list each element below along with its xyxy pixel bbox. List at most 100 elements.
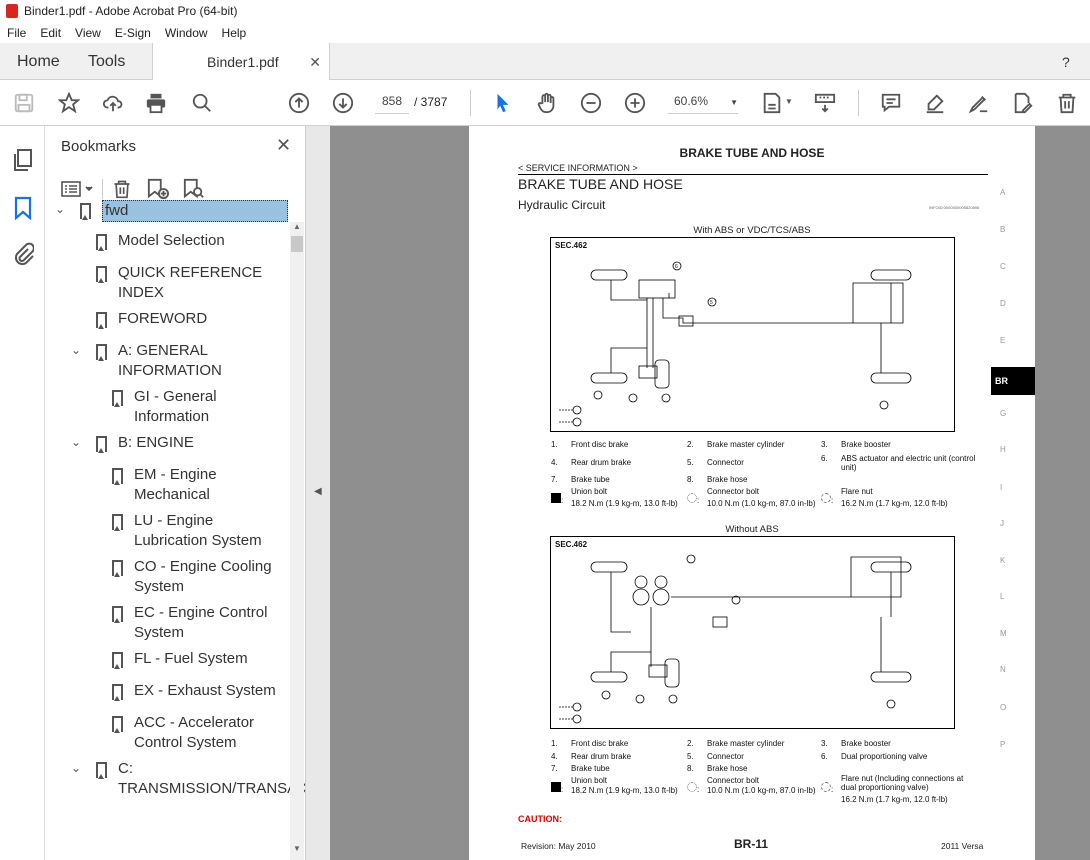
fill-sign-icon[interactable]	[1011, 91, 1035, 115]
bookmarks-scrollbar[interactable]: ▲ ▼	[290, 222, 304, 860]
star-icon[interactable]	[57, 91, 81, 115]
page-subtitle: Hydraulic Circuit	[518, 198, 606, 212]
cloud-upload-icon[interactable]	[101, 91, 125, 115]
legend-number: 8.	[687, 764, 694, 773]
torque-value: 10.0 N.m (1.0 kg-m, 87.0 in-lb)	[707, 786, 816, 795]
legend-text: Brake tube	[571, 475, 610, 484]
bookmark-icon	[112, 684, 123, 701]
scroll-up-icon[interactable]: ▲	[291, 222, 303, 236]
menu-window[interactable]: Window	[165, 26, 208, 40]
tab-tools[interactable]: Tools	[88, 43, 125, 80]
footer-model: 2011 Versa	[941, 841, 984, 851]
bookmark-label: A: GENERAL INFORMATION	[118, 342, 222, 379]
highlight-icon[interactable]	[923, 91, 947, 115]
tab-document-label: Binder1.pdf	[207, 54, 279, 70]
section-index-tab[interactable]: G	[1000, 409, 1006, 418]
save-icon[interactable]	[12, 91, 36, 115]
union-bolt-icon: :	[551, 782, 563, 794]
chevron-down-icon[interactable]: ⌄	[71, 343, 81, 357]
legend-text: Brake tube	[571, 764, 610, 773]
bookmark-label: EC - Engine Control System	[134, 604, 268, 641]
zoom-search-icon[interactable]	[190, 91, 214, 115]
bookmarks-panel-icon[interactable]	[14, 196, 32, 225]
chevron-down-icon[interactable]: ⌄	[71, 761, 81, 775]
bookmark-icon	[80, 203, 91, 220]
comment-icon[interactable]	[879, 91, 903, 115]
sign-icon[interactable]	[967, 91, 991, 115]
print-icon[interactable]	[144, 91, 168, 115]
torque-name: Connector bolt	[707, 487, 760, 496]
legend-text: Front disc brake	[571, 739, 629, 748]
menu-help[interactable]: Help	[222, 26, 247, 40]
menu-view[interactable]: View	[75, 26, 101, 40]
tab-document[interactable]: Binder1.pdf ✕	[152, 43, 330, 81]
svg-text:6: 6	[675, 264, 678, 270]
section-index-tab[interactable]: K	[1000, 556, 1005, 565]
header-rule	[518, 174, 988, 175]
page-fit-icon[interactable]	[760, 91, 784, 115]
toolbar: 858 / 3787 60.6% ▼ ▼	[0, 80, 1090, 126]
menu-file[interactable]: File	[7, 26, 26, 40]
hand-tool-icon[interactable]	[535, 91, 559, 115]
section-index-tab[interactable]: L	[1000, 592, 1004, 601]
section-index-tab[interactable]: E	[1000, 336, 1005, 345]
bookmark-label: GI - General Information	[134, 388, 217, 425]
pdf-page: BRAKE TUBE AND HOSE < SERVICE INFORMATIO…	[469, 126, 1035, 860]
zoom-in-icon[interactable]	[623, 91, 647, 115]
zoom-level-select[interactable]: 60.6% ▼	[668, 94, 738, 114]
section-index-tab[interactable]: BR	[991, 367, 1035, 395]
collapse-left-icon[interactable]: ◀	[314, 486, 322, 497]
left-navigation-rail	[0, 126, 45, 860]
footer-revision: Revision: May 2010	[521, 841, 596, 851]
legend-number: 1.	[551, 739, 558, 748]
page-thumbnails-icon[interactable]	[12, 148, 34, 177]
bookmark-icon	[96, 312, 107, 329]
divider	[102, 179, 103, 199]
legend-number: 4.	[551, 752, 558, 761]
chevron-down-icon[interactable]: ▼	[785, 97, 793, 106]
previous-page-icon[interactable]	[287, 91, 311, 115]
help-icon[interactable]: ?	[1062, 43, 1070, 80]
torque-value: 18.2 N.m (1.9 kg-m, 13.0 ft-lb)	[571, 786, 678, 795]
section-index-tab[interactable]: N	[1000, 665, 1006, 674]
section-index-tab[interactable]: H	[1000, 445, 1006, 454]
close-tab-icon[interactable]: ✕	[309, 54, 321, 71]
close-panel-icon[interactable]: ✕	[276, 135, 291, 156]
legend-number: 4.	[551, 458, 558, 467]
scrollbar-thumb[interactable]	[291, 236, 303, 252]
zoom-out-icon[interactable]	[579, 91, 603, 115]
delete-icon[interactable]	[1055, 91, 1079, 115]
next-page-icon[interactable]	[331, 91, 355, 115]
bookmarks-panel: Bookmarks ✕ ⌄ fwd Model Selection QUICK REF…	[45, 126, 326, 860]
bookmark-icon	[112, 514, 123, 531]
bookmark-icon	[112, 606, 123, 623]
select-cursor-icon[interactable]	[491, 91, 515, 115]
tab-home[interactable]: Home	[17, 43, 60, 80]
page-title: BRAKE TUBE AND HOSE	[518, 176, 683, 192]
bookmark-options-icon[interactable]	[61, 180, 95, 203]
scroll-down-icon[interactable]: ▼	[291, 844, 303, 858]
panel-collapse-strip[interactable]: ◀	[305, 126, 330, 860]
legend-text: Brake hose	[707, 764, 748, 773]
scrolling-mode-icon[interactable]	[813, 91, 837, 115]
section-index-tab[interactable]: P	[1000, 740, 1005, 749]
section-index-tab[interactable]: C	[1000, 262, 1006, 271]
section-index-tab[interactable]: A	[1000, 188, 1005, 197]
menu-edit[interactable]: Edit	[40, 26, 61, 40]
page-number-input[interactable]: 858	[375, 94, 409, 114]
zoom-level-value: 60.6%	[674, 94, 709, 108]
bookmark-label: EM - Engine Mechanical	[134, 466, 217, 503]
menu-esign[interactable]: E-Sign	[115, 26, 151, 40]
section-index-tab[interactable]: M	[1000, 629, 1007, 638]
chevron-down-icon[interactable]: ⌄	[71, 435, 81, 449]
union-bolt-icon: :	[551, 493, 563, 505]
section-index-tab[interactable]: D	[1000, 299, 1006, 308]
torque-value: 16.2 N.m (1.7 kg-m, 12.0 ft-lb)	[841, 795, 948, 804]
non-abs-hydraulic-diagram: SEC.462	[550, 536, 955, 729]
section-index-tab[interactable]: I	[1000, 483, 1002, 492]
attachments-icon[interactable]	[12, 242, 35, 271]
section-index-tab[interactable]: O	[1000, 703, 1006, 712]
footer-page-number: BR-11	[734, 837, 769, 851]
connector-bolt-icon: :	[687, 493, 699, 505]
chevron-down-icon[interactable]: ⌄	[55, 202, 65, 216]
